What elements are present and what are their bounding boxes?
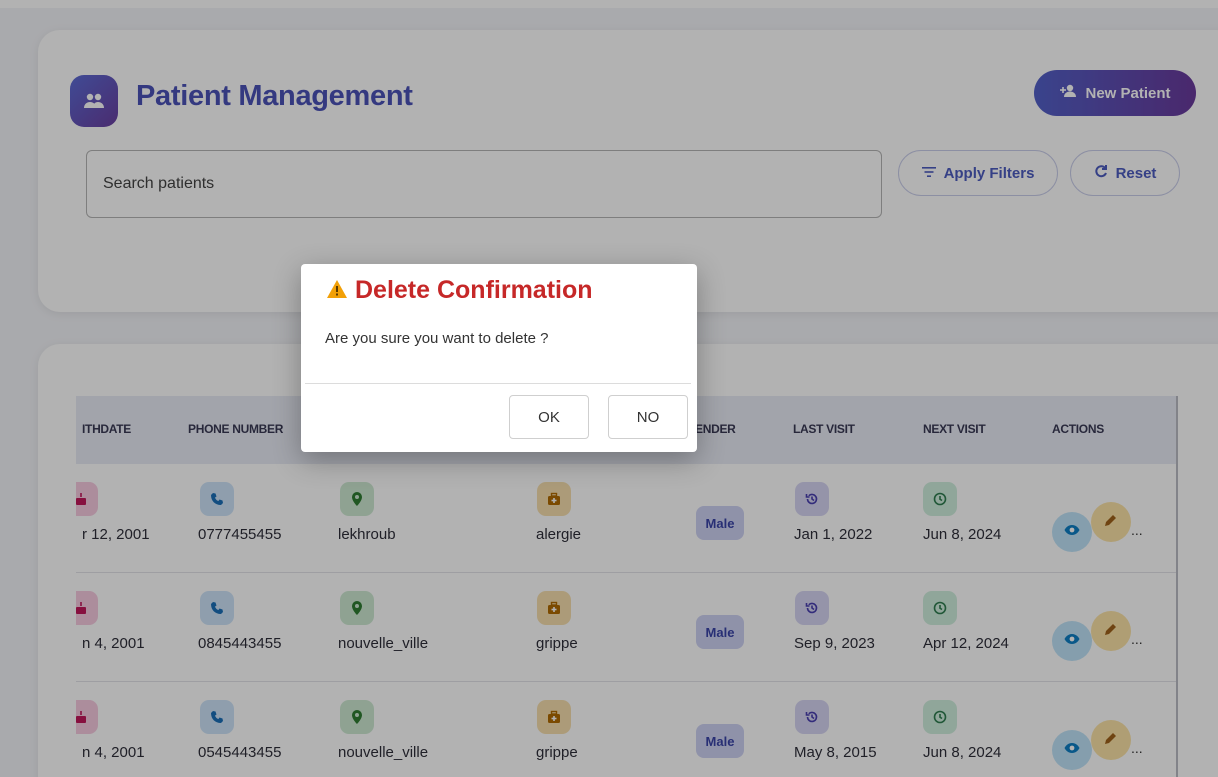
dialog-title: Delete Confirmation [327,276,593,305]
dialog-divider [305,383,691,384]
dialog-message: Are you sure you want to delete ? [325,330,549,347]
dialog-title-text: Delete Confirmation [355,276,593,304]
ok-button[interactable]: OK [509,395,589,439]
no-button[interactable]: NO [608,395,688,439]
warning-icon [327,276,347,305]
delete-confirmation-dialog: Delete Confirmation Are you sure you wan… [301,264,697,452]
